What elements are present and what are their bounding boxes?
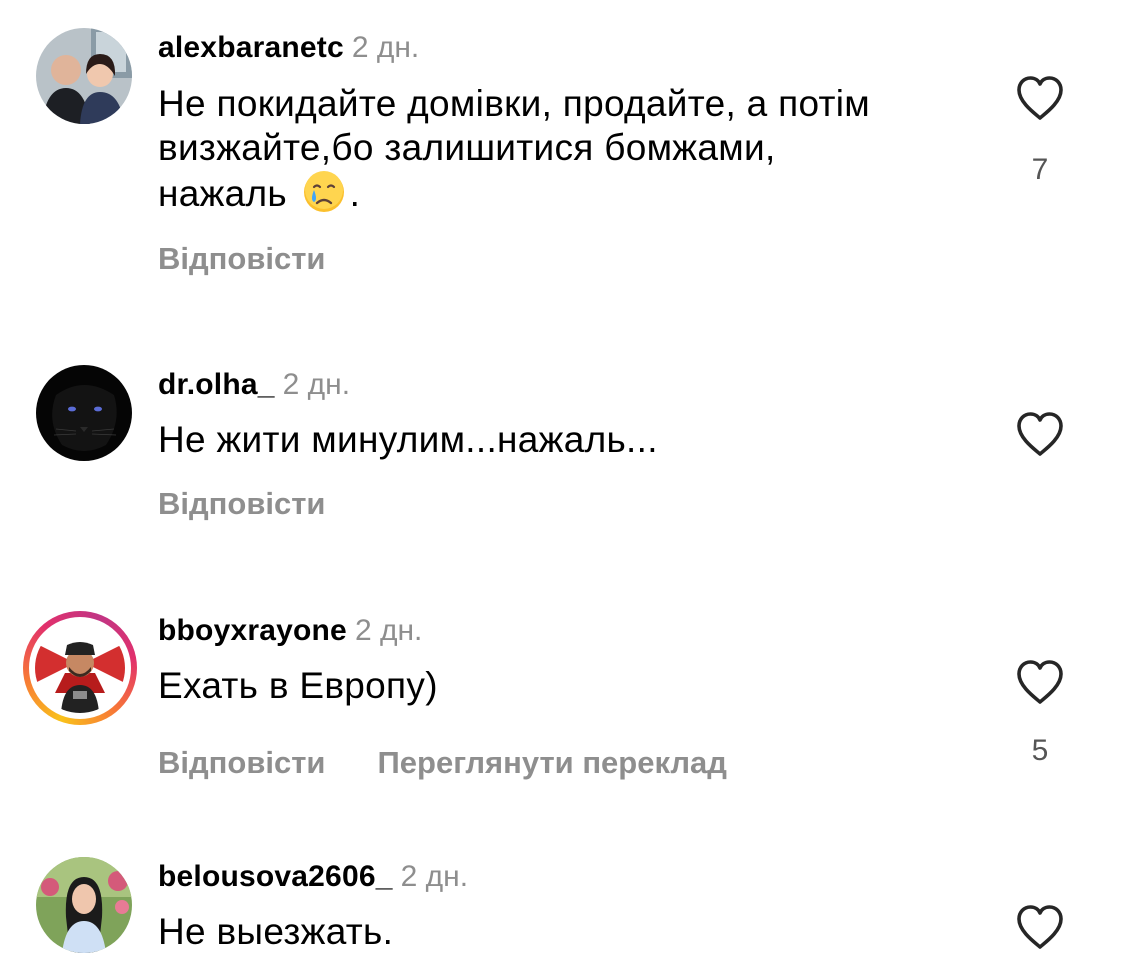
avatar[interactable]	[36, 857, 132, 953]
comment-text: Не покидайте домівки, продайте, а потім …	[158, 82, 978, 216]
heart-outline-icon[interactable]	[1015, 659, 1065, 705]
reply-button[interactable]: Відповісти	[158, 745, 326, 780]
comment-actions: Відповісти Переглянути переклад	[158, 745, 779, 781]
avatar-ring-gap	[29, 617, 131, 719]
see-translation-button[interactable]: Переглянути переклад	[378, 745, 727, 780]
username[interactable]: dr.olha_	[158, 368, 275, 401]
timestamp: 2 дн.	[282, 368, 351, 401]
comment-header: belousova2606_ 2 дн.	[158, 859, 468, 895]
heart-outline-icon[interactable]	[1015, 411, 1065, 457]
avatar	[35, 623, 125, 713]
like-count: 7	[1031, 153, 1049, 186]
comment-text-fragment: нажаль	[158, 173, 288, 214]
avatar[interactable]	[36, 28, 132, 124]
comment-text-line: визжайте,бо залишитися бомжами,	[158, 127, 776, 168]
comment-actions: Відповісти	[158, 241, 378, 277]
comment-text-line: Не покидайте домівки, продайте, а потім	[158, 83, 871, 124]
comment-text: Ехать в Европу)	[158, 665, 438, 706]
avatar[interactable]	[36, 365, 132, 461]
timestamp: 2 дн.	[354, 614, 423, 647]
crying-face-emoji	[302, 170, 346, 214]
comment-actions: Відповісти	[158, 486, 378, 522]
username[interactable]: belousova2606_	[158, 860, 393, 893]
comment-text: Не жити минулим...нажаль...	[158, 419, 658, 460]
timestamp: 2 дн.	[400, 860, 469, 893]
comment-header: dr.olha_ 2 дн.	[158, 367, 350, 403]
comment-text-line: нажаль .	[158, 170, 978, 216]
username[interactable]: alexbaranetc	[158, 31, 344, 64]
reply-button[interactable]: Відповісти	[158, 241, 326, 276]
comment-header: bboyxrayone 2 дн.	[158, 613, 422, 649]
comment-text: Не выезжать.	[158, 911, 394, 952]
reply-button[interactable]: Відповісти	[158, 486, 326, 521]
like-count: 5	[1031, 734, 1049, 767]
timestamp: 2 дн.	[351, 31, 420, 64]
avatar-story-ring[interactable]	[23, 611, 137, 725]
comment-text-fragment: .	[349, 173, 361, 214]
heart-outline-icon[interactable]	[1015, 75, 1065, 121]
username[interactable]: bboyxrayone	[158, 614, 347, 647]
heart-outline-icon[interactable]	[1015, 904, 1065, 950]
comment-header: alexbaranetc 2 дн.	[158, 30, 419, 66]
